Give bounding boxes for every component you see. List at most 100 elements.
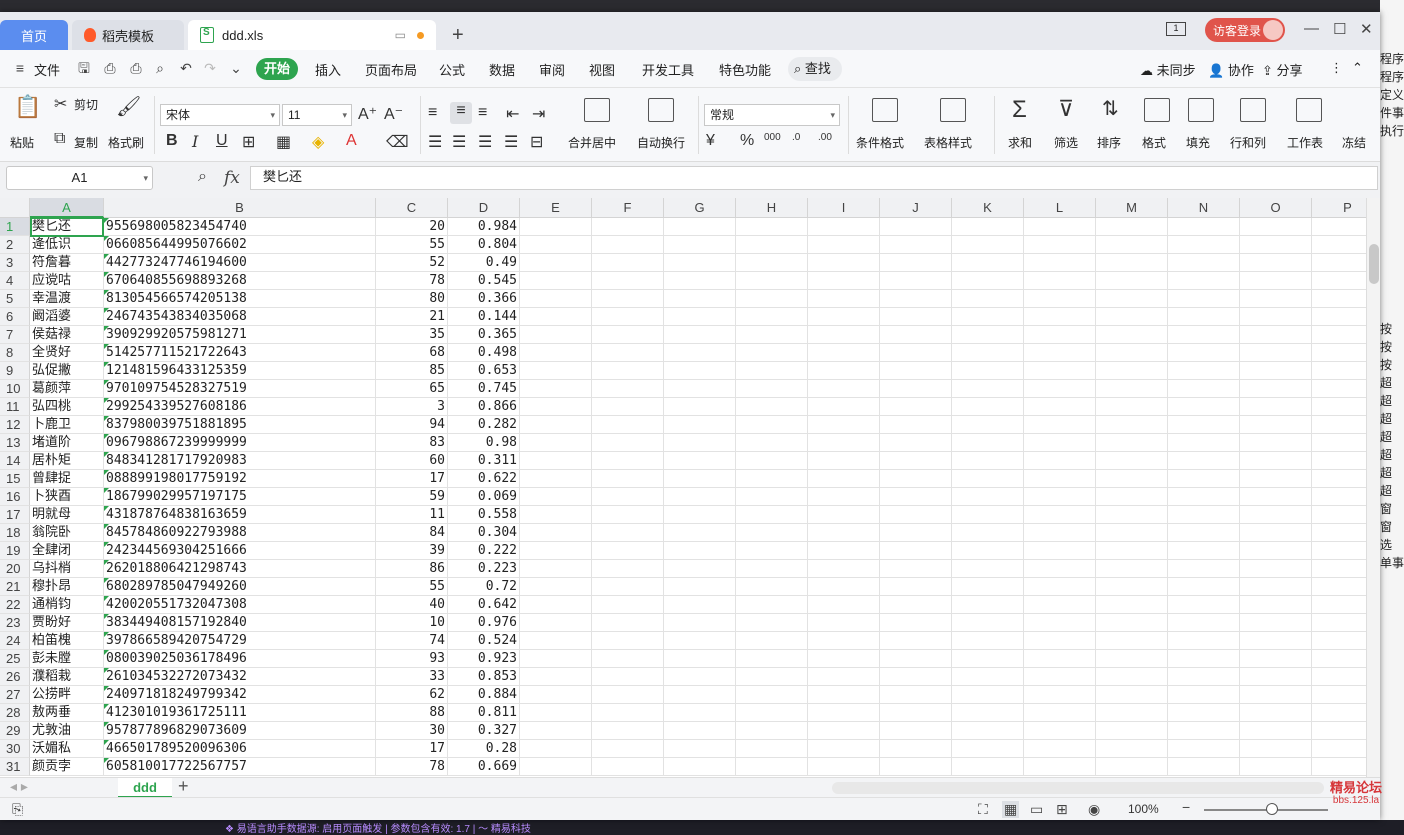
cell-n9[interactable] bbox=[1168, 362, 1240, 380]
cell-j26[interactable] bbox=[880, 668, 952, 686]
cell-f26[interactable] bbox=[592, 668, 664, 686]
cell-k2[interactable] bbox=[952, 236, 1024, 254]
hamburger-icon[interactable]: ≡ bbox=[12, 60, 28, 76]
cell-c22[interactable]: 40 bbox=[376, 596, 448, 614]
page-view-icon[interactable]: ▭ bbox=[1030, 801, 1043, 818]
cell-e6[interactable] bbox=[520, 308, 592, 326]
cell-c8[interactable]: 68 bbox=[376, 344, 448, 362]
cell-a17[interactable]: 明就母 bbox=[30, 506, 104, 524]
cell-g24[interactable] bbox=[664, 632, 736, 650]
cell-k21[interactable] bbox=[952, 578, 1024, 596]
cell-d20[interactable]: 0.223 bbox=[448, 560, 520, 578]
cell-j23[interactable] bbox=[880, 614, 952, 632]
merge-center-button[interactable]: 合并居中 bbox=[568, 134, 616, 151]
cell-k4[interactable] bbox=[952, 272, 1024, 290]
cell-b7[interactable]: 390929920575981271 bbox=[104, 326, 376, 344]
cell-e25[interactable] bbox=[520, 650, 592, 668]
cell-d25[interactable]: 0.923 bbox=[448, 650, 520, 668]
cell-h13[interactable] bbox=[736, 434, 808, 452]
cell-m15[interactable] bbox=[1096, 470, 1168, 488]
cell-k5[interactable] bbox=[952, 290, 1024, 308]
cell-h16[interactable] bbox=[736, 488, 808, 506]
cell-c25[interactable]: 93 bbox=[376, 650, 448, 668]
cell-l21[interactable] bbox=[1024, 578, 1096, 596]
merge-center-icon[interactable] bbox=[584, 98, 610, 122]
zoom-out-icon[interactable]: − bbox=[1182, 799, 1190, 815]
search-button[interactable]: ⌕ 查找 bbox=[788, 57, 842, 81]
formula-input[interactable]: 樊匕还 bbox=[250, 166, 1378, 190]
row-header[interactable]: 11 bbox=[0, 398, 30, 416]
cell-c16[interactable]: 59 bbox=[376, 488, 448, 506]
align-top-icon[interactable]: ≡ bbox=[428, 104, 437, 122]
cell-f11[interactable] bbox=[592, 398, 664, 416]
save-icon[interactable]: 🖫 bbox=[76, 60, 92, 76]
cell-g10[interactable] bbox=[664, 380, 736, 398]
cell-b25[interactable]: 080039025036178496 bbox=[104, 650, 376, 668]
cell-n29[interactable] bbox=[1168, 722, 1240, 740]
cell-d1[interactable]: 0.984 bbox=[448, 218, 520, 236]
cell-o23[interactable] bbox=[1240, 614, 1312, 632]
cell-f24[interactable] bbox=[592, 632, 664, 650]
cell-g20[interactable] bbox=[664, 560, 736, 578]
cell-h12[interactable] bbox=[736, 416, 808, 434]
column-header-d[interactable]: D bbox=[448, 198, 520, 218]
cell-j8[interactable] bbox=[880, 344, 952, 362]
cell-p21[interactable] bbox=[1312, 578, 1366, 596]
cell-l26[interactable] bbox=[1024, 668, 1096, 686]
cell-a13[interactable]: 堵道阶 bbox=[30, 434, 104, 452]
cell-e8[interactable] bbox=[520, 344, 592, 362]
cell-k25[interactable] bbox=[952, 650, 1024, 668]
cell-p17[interactable] bbox=[1312, 506, 1366, 524]
cell-a15[interactable]: 曾肆捉 bbox=[30, 470, 104, 488]
login-button[interactable]: 访客登录 bbox=[1205, 18, 1285, 42]
row-col-icon[interactable] bbox=[1240, 98, 1266, 122]
decimal-decrease-icon[interactable]: .00 bbox=[818, 132, 832, 143]
cell-o6[interactable] bbox=[1240, 308, 1312, 326]
cell-f16[interactable] bbox=[592, 488, 664, 506]
column-header-g[interactable]: G bbox=[664, 198, 736, 218]
cell-c29[interactable]: 30 bbox=[376, 722, 448, 740]
row-header[interactable]: 5 bbox=[0, 290, 30, 308]
select-all-corner[interactable] bbox=[0, 198, 30, 218]
column-header-p[interactable]: P bbox=[1312, 198, 1366, 218]
cell-n14[interactable] bbox=[1168, 452, 1240, 470]
cell-j15[interactable] bbox=[880, 470, 952, 488]
cell-j25[interactable] bbox=[880, 650, 952, 668]
cell-n21[interactable] bbox=[1168, 578, 1240, 596]
cell-k7[interactable] bbox=[952, 326, 1024, 344]
font-size-select[interactable]: 11 bbox=[282, 104, 352, 126]
cell-h14[interactable] bbox=[736, 452, 808, 470]
cell-l19[interactable] bbox=[1024, 542, 1096, 560]
cell-j12[interactable] bbox=[880, 416, 952, 434]
cell-f13[interactable] bbox=[592, 434, 664, 452]
cell-o5[interactable] bbox=[1240, 290, 1312, 308]
cell-c15[interactable]: 17 bbox=[376, 470, 448, 488]
row-header[interactable]: 4 bbox=[0, 272, 30, 290]
cell-d12[interactable]: 0.282 bbox=[448, 416, 520, 434]
menu-insert[interactable]: 插入 bbox=[315, 60, 341, 79]
cell-p13[interactable] bbox=[1312, 434, 1366, 452]
monitor-icon[interactable]: ▭ bbox=[395, 28, 406, 42]
sync-status[interactable]: ☁ 未同步 bbox=[1140, 60, 1196, 79]
cell-m17[interactable] bbox=[1096, 506, 1168, 524]
cell-k16[interactable] bbox=[952, 488, 1024, 506]
cell-c21[interactable]: 55 bbox=[376, 578, 448, 596]
cell-l24[interactable] bbox=[1024, 632, 1096, 650]
cell-p1[interactable] bbox=[1312, 218, 1366, 236]
cell-b15[interactable]: 088899198017759192 bbox=[104, 470, 376, 488]
row-col-button[interactable]: 行和列 bbox=[1230, 134, 1266, 151]
cell-f14[interactable] bbox=[592, 452, 664, 470]
cell-f30[interactable] bbox=[592, 740, 664, 758]
cell-b4[interactable]: 670640855698893268 bbox=[104, 272, 376, 290]
more-chevron-icon[interactable]: ⌄ bbox=[228, 60, 244, 76]
row-header[interactable]: 6 bbox=[0, 308, 30, 326]
cell-m31[interactable] bbox=[1096, 758, 1168, 776]
fill-color-icon[interactable]: ◈ bbox=[312, 132, 324, 152]
cell-j31[interactable] bbox=[880, 758, 952, 776]
row-header[interactable]: 15 bbox=[0, 470, 30, 488]
cell-m23[interactable] bbox=[1096, 614, 1168, 632]
row-header[interactable]: 8 bbox=[0, 344, 30, 362]
eraser-icon[interactable]: ⌫ bbox=[386, 132, 409, 152]
cell-d5[interactable]: 0.366 bbox=[448, 290, 520, 308]
cell-l28[interactable] bbox=[1024, 704, 1096, 722]
